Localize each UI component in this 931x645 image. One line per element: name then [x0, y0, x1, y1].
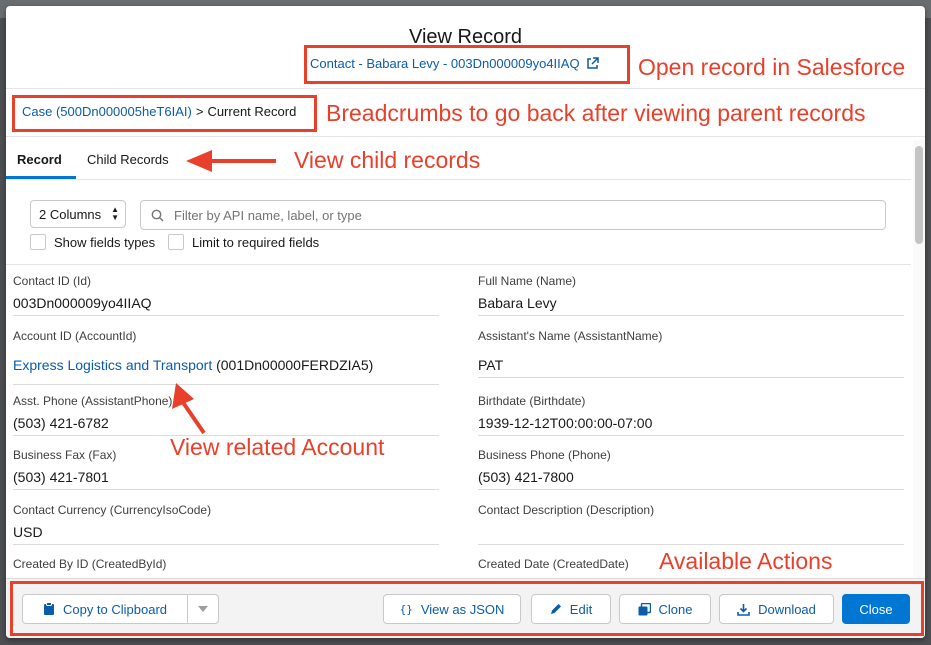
related-account-id: (001Dn00000FERDZIA5) [216, 357, 374, 373]
field-label: Birthdate (Birthdate) [478, 394, 586, 408]
field-value: Express Logistics and Transport (001Dn00… [13, 357, 373, 373]
field-cell: Contact ID (Id) 003Dn000009yo4IIAQ [13, 265, 439, 316]
annotation-arrow-child-records [186, 149, 278, 173]
field-value: USD [13, 524, 43, 540]
field-label: Business Phone (Phone) [478, 448, 611, 462]
annotation-actions: Available Actions [659, 548, 833, 574]
field-value: (503) 421-6782 [13, 415, 109, 431]
field-value: (503) 421-7800 [478, 469, 574, 485]
active-tab-indicator [6, 176, 76, 179]
columns-select-value: 2 Columns [39, 206, 102, 222]
show-field-types-checkbox[interactable]: Show fields types [30, 234, 155, 250]
tab-child-records[interactable]: Child Records [87, 152, 169, 167]
field-label: Contact ID (Id) [13, 274, 92, 288]
fields-grid: Contact ID (Id) 003Dn000009yo4IIAQ Full … [6, 264, 911, 577]
limit-required-label: Limit to required fields [192, 234, 320, 250]
scrollbar-thumb[interactable] [915, 146, 923, 244]
filter-search[interactable] [140, 200, 886, 230]
field-value: PAT [478, 357, 504, 373]
annotation-box-actions [10, 581, 924, 636]
annotation-child-records: View child records [294, 147, 481, 173]
related-account-link[interactable]: Express Logistics and Transport [13, 357, 212, 373]
field-cell: Full Name (Name) Babara Levy [478, 265, 904, 316]
annotation-box-open-record [304, 45, 630, 84]
field-label: Asst. Phone (AssistantPhone) [13, 394, 173, 408]
annotation-breadcrumbs: Breadcrumbs to go back after viewing par… [326, 100, 866, 126]
field-label: Created Date (CreatedDate) [478, 557, 629, 571]
select-updown-icon: ▲ ▼ [111, 205, 119, 222]
field-cell: Contact Description (Description) [478, 494, 904, 545]
field-cell: Account ID (AccountId) Express Logistics… [13, 320, 439, 385]
annotation-box-breadcrumbs [12, 95, 317, 132]
field-value: 003Dn000009yo4IIAQ [13, 295, 152, 311]
field-label: Contact Description (Description) [478, 503, 655, 517]
field-cell: Asst. Phone (AssistantPhone) (503) 421-6… [13, 385, 439, 436]
field-cell: Birthdate (Birthdate) 1939-12-12T00:00:0… [478, 385, 904, 436]
field-label: Full Name (Name) [478, 274, 577, 288]
divider [6, 88, 925, 89]
search-icon [151, 209, 164, 222]
field-cell: Assistant's Name (AssistantName) PAT [478, 320, 904, 378]
scrollbar[interactable] [913, 140, 925, 580]
field-cell: Contact Currency (CurrencyIsoCode) USD [13, 494, 439, 545]
field-cell: Business Phone (Phone) (503) 421-7800 [478, 439, 904, 490]
field-label: Assistant's Name (AssistantName) [478, 329, 663, 343]
divider [6, 136, 925, 137]
columns-select[interactable]: 2 Columns ▲ ▼ [30, 200, 126, 228]
field-value: Babara Levy [478, 295, 557, 311]
annotation-related-account: View related Account [170, 434, 385, 460]
tab-record[interactable]: Record [17, 152, 62, 167]
show-field-types-label: Show fields types [54, 234, 156, 250]
annotation-arrow-related-account [170, 383, 210, 435]
field-label: Created By ID (CreatedById) [13, 557, 167, 571]
checkbox-box[interactable] [30, 234, 46, 250]
filter-input[interactable] [172, 206, 856, 224]
field-value: (503) 421-7801 [13, 469, 109, 485]
field-value: 1939-12-12T00:00:00-07:00 [478, 415, 653, 431]
checkbox-box[interactable] [168, 234, 184, 250]
limit-required-checkbox[interactable]: Limit to required fields [168, 234, 319, 250]
annotation-open-record: Open record in Salesforce [638, 54, 906, 80]
field-cell: Created By ID (CreatedById) [13, 548, 439, 577]
field-label: Contact Currency (CurrencyIsoCode) [13, 503, 212, 517]
field-label: Account ID (AccountId) [13, 329, 137, 343]
field-label: Business Fax (Fax) [13, 448, 117, 462]
